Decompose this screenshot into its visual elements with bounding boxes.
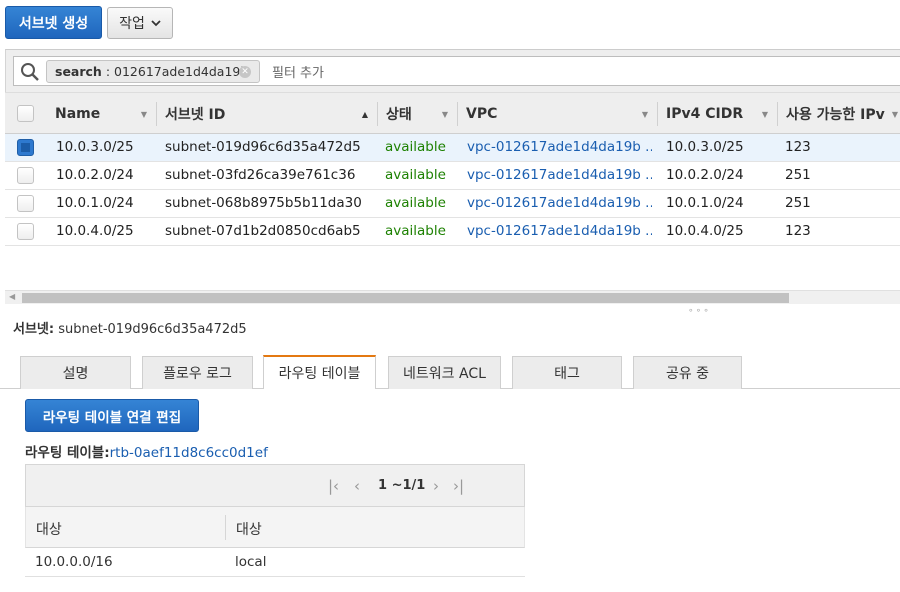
cell-name: 10.0.3.0/25 [56,139,134,155]
routes-column-destination: 대상 [36,522,62,538]
tab-description[interactable]: 설명 [20,356,131,389]
filter-token-key: search [55,64,102,79]
column-header-ipv4-cidr[interactable]: IPv4 CIDR ▼ [658,93,778,134]
cell-subnet-id: subnet-03fd26ca39e761c36 [165,167,356,183]
table-row[interactable]: 10.0.1.0/24 subnet-068b8975b5b11da30 ava… [5,190,900,218]
routes-column-target: 대상 [236,522,262,538]
column-header-state[interactable]: 상태 ▼ [378,93,458,134]
cell-name: 10.0.1.0/24 [56,195,134,211]
pagination-bar: |‹ ‹ 1 ~1/1 › ›| [25,464,525,507]
cell-cidr: 10.0.2.0/24 [666,167,744,183]
sort-icon: ▼ [641,110,648,119]
row-checkbox[interactable] [17,167,34,184]
toolbar: 서브넷 생성 작업 [0,0,900,48]
cell-state: available [385,195,446,211]
column-label: 서브넷 ID [165,106,226,123]
cell-state: available [385,167,446,183]
detail-tabs: 설명 플로우 로그 라우팅 테이블 네트워크 ACL 태그 공유 중 [0,355,900,389]
cell-vpc-link[interactable]: vpc-012617ade1d4da19b ... [467,162,652,189]
chevron-down-icon [151,20,161,27]
filter-token[interactable]: search : 012617ade1d4da19b ✕ [46,60,260,83]
table-row[interactable]: 10.0.4.0/25 subnet-07d1b2d0850cd6ab5 ava… [5,218,900,246]
first-page-icon[interactable]: |‹ [328,477,339,495]
column-label: Name [55,105,101,122]
route-table-link[interactable]: rtb-0aef11d8c6cc0d1ef [110,445,268,461]
scroll-left-icon[interactable]: ◀ [9,292,15,301]
filter-add-placeholder[interactable]: 필터 추가 [272,62,324,81]
cell-cidr: 10.0.3.0/25 [666,139,744,155]
cell-available-ips: 123 [785,139,811,155]
route-table-label: 라우팅 테이블: [25,445,110,461]
tab-sharing[interactable]: 공유 중 [633,356,742,389]
cell-vpc-link[interactable]: vpc-012617ade1d4da19b ... [467,218,652,245]
resize-handle[interactable]: ∘∘∘ [688,306,711,316]
cell-cidr: 10.0.4.0/25 [666,223,744,239]
cell-available-ips: 123 [785,223,811,239]
subnets-table: Name ▼ 서브넷 ID ▲ 상태 ▼ VPC ▼ IPv4 CIDR ▼ 사… [5,92,900,246]
sort-icon: ▼ [891,110,898,119]
scrollbar-thumb[interactable] [22,293,789,303]
tab-flow-logs[interactable]: 플로우 로그 [142,356,253,389]
column-header-vpc[interactable]: VPC ▼ [458,93,658,134]
routes-table-row: 10.0.0.0/16 local [25,548,525,577]
row-checkbox[interactable] [17,139,34,156]
cell-state: available [385,139,446,155]
cell-name: 10.0.4.0/25 [56,223,134,239]
routes-table-header: 대상 대상 [25,507,525,548]
row-checkbox[interactable] [17,195,34,212]
table-header: Name ▼ 서브넷 ID ▲ 상태 ▼ VPC ▼ IPv4 CIDR ▼ 사… [5,92,900,134]
next-page-icon[interactable]: › [433,477,439,495]
cell-vpc-link[interactable]: vpc-012617ade1d4da19b ... [467,134,652,161]
cell-subnet-id: subnet-019d96c6d35a472d5 [165,139,361,155]
actions-dropdown[interactable]: 작업 [107,7,173,39]
sort-icon: ▼ [140,110,147,119]
cell-vpc-link[interactable]: vpc-012617ade1d4da19b ... [467,190,652,217]
column-label: VPC [466,105,498,122]
column-label: 사용 가능한 IPv [786,106,885,123]
sort-asc-icon: ▲ [361,110,368,119]
cell-available-ips: 251 [785,195,811,211]
tab-network-acl[interactable]: 네트워크 ACL [388,356,501,389]
filter-token-value: : 012617ade1d4da19b [105,64,249,79]
column-label: 상태 [386,106,412,123]
route-table-line: 라우팅 테이블:rtb-0aef11d8c6cc0d1ef [25,441,268,461]
cell-name: 10.0.2.0/24 [56,167,134,183]
column-header-available-ips[interactable]: 사용 가능한 IPv ▼ [778,93,900,134]
filter-input[interactable]: search : 012617ade1d4da19b ✕ 필터 추가 [13,56,900,86]
tab-tags[interactable]: 태그 [512,356,622,389]
sort-icon: ▼ [441,110,448,119]
remove-token-icon[interactable]: ✕ [239,66,251,78]
cell-subnet-id: subnet-068b8975b5b11da30 [165,195,362,211]
create-subnet-button[interactable]: 서브넷 생성 [5,6,102,39]
route-destination: 10.0.0.0/16 [35,554,113,570]
route-target: local [235,554,267,570]
select-all-checkbox[interactable] [17,105,34,122]
column-header-subnet-id[interactable]: 서브넷 ID ▲ [157,93,378,134]
cell-available-ips: 251 [785,167,811,183]
cell-state: available [385,223,446,239]
detail-label-value: subnet-019d96c6d35a472d5 [58,322,247,337]
cell-cidr: 10.0.1.0/24 [666,195,744,211]
table-row[interactable]: 10.0.2.0/24 subnet-03fd26ca39e761c36 ava… [5,162,900,190]
prev-page-icon[interactable]: ‹ [354,477,360,495]
tab-route-table[interactable]: 라우팅 테이블 [263,355,376,389]
horizontal-scrollbar[interactable]: ◀ [5,290,900,304]
table-row[interactable]: 10.0.3.0/25 subnet-019d96c6d35a472d5 ava… [5,134,900,162]
column-label: IPv4 CIDR [666,105,744,122]
actions-label: 작업 [119,16,145,32]
detail-label-key: 서브넷: [13,322,55,337]
filter-bar: search : 012617ade1d4da19b ✕ 필터 추가 [5,49,900,92]
last-page-icon[interactable]: ›| [453,477,464,495]
column-header-name[interactable]: Name ▼ [47,93,157,134]
search-icon [21,63,39,81]
cell-subnet-id: subnet-07d1b2d0850cd6ab5 [165,223,361,239]
sort-icon: ▼ [761,110,768,119]
page-indicator: 1 ~1/1 [378,478,426,493]
selected-subnet-label: 서브넷: subnet-019d96c6d35a472d5 [13,318,247,337]
edit-route-table-association-button[interactable]: 라우팅 테이블 연결 편집 [25,399,199,432]
row-checkbox[interactable] [17,223,34,240]
